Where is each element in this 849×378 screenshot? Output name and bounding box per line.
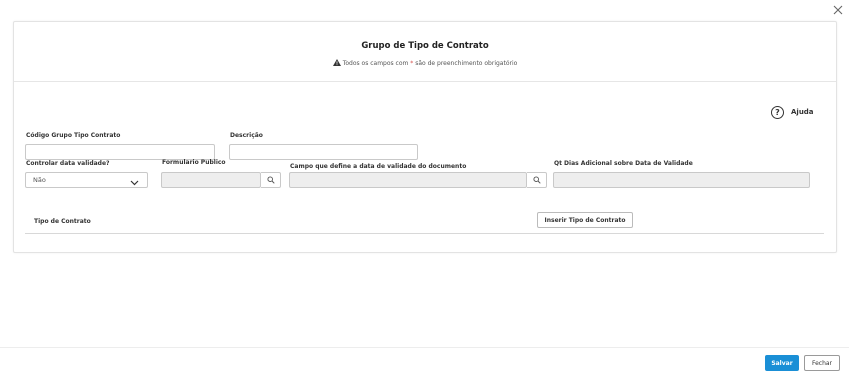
modal-card: Grupo de Tipo de Contrato Todos os campo… <box>13 21 837 253</box>
help-button[interactable]: ? Ajuda <box>771 105 814 119</box>
controlar-label: Controlar data validade? <box>26 160 110 167</box>
tipo-contrato-column-header: Tipo de Contrato <box>34 218 91 225</box>
close-modal-icon[interactable] <box>832 4 844 16</box>
insert-tipo-contrato-button[interactable]: Inserir Tipo de Contrato <box>537 212 633 228</box>
footer-divider <box>0 347 849 348</box>
codigo-label: Código Grupo Tipo Contrato <box>26 132 121 139</box>
campo-input[interactable] <box>289 172 527 188</box>
required-marker: * <box>410 60 414 67</box>
formulario-input[interactable] <box>161 172 261 188</box>
codigo-input[interactable] <box>25 144 215 160</box>
descricao-input[interactable] <box>229 144 418 160</box>
controlar-select[interactable]: Não <box>25 172 148 188</box>
descricao-label: Descrição <box>230 132 263 139</box>
save-button[interactable]: Salvar <box>765 355 799 371</box>
notice-suffix: são de preenchimento obrigatório <box>415 60 518 67</box>
modal-title: Grupo de Tipo de Contrato <box>361 41 489 51</box>
warning-icon <box>332 59 341 66</box>
help-circle-icon: ? <box>771 105 784 119</box>
table-divider <box>25 233 824 234</box>
modal-header: Grupo de Tipo de Contrato Todos os campo… <box>14 22 836 82</box>
chevron-down-icon <box>130 177 139 191</box>
campo-lookup-button[interactable] <box>527 172 547 188</box>
formulario-lookup-button[interactable] <box>261 172 281 188</box>
controlar-value: Não <box>33 176 46 184</box>
qt-dias-input[interactable] <box>553 172 810 188</box>
formulario-label: Formulario Publico <box>162 159 226 166</box>
magnifier-icon <box>532 176 541 184</box>
campo-label: Campo que define a data de validade do d… <box>290 163 467 170</box>
qt-dias-label: Qt Dias Adicional sobre Data de Validade <box>554 160 693 167</box>
required-notice: Todos os campos com * são de preenchimen… <box>14 59 836 67</box>
magnifier-icon <box>266 176 275 184</box>
help-label: Ajuda <box>791 108 814 116</box>
close-button[interactable]: Fechar <box>804 355 840 371</box>
notice-prefix: Todos os campos com <box>342 60 409 67</box>
